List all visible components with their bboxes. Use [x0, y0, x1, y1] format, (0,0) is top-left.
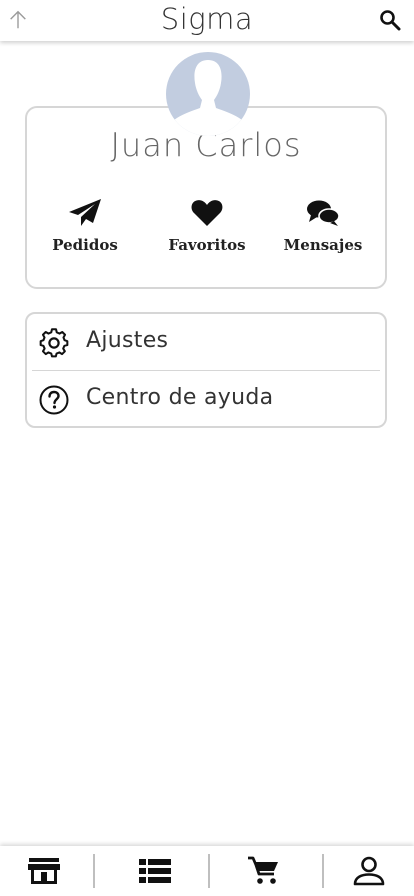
bottom-navigation: [0, 846, 414, 896]
gear-icon: [39, 328, 69, 358]
user-icon: [353, 856, 385, 886]
tab-profile[interactable]: [312, 846, 414, 896]
orders-label: Pedidos: [52, 236, 118, 254]
cart-icon: [248, 856, 278, 884]
settings-label: Ajustes: [86, 328, 169, 353]
favorites-label: Favoritos: [168, 236, 246, 254]
messages-button[interactable]: Mensajes: [268, 198, 378, 254]
store-icon: [28, 858, 60, 884]
tab-cart[interactable]: [208, 846, 311, 896]
paper-plane-icon: [69, 199, 101, 226]
favorites-button[interactable]: Favoritos: [152, 198, 262, 254]
menu-item-help-center[interactable]: Centro de ayuda: [27, 371, 385, 427]
list-icon: [139, 859, 171, 883]
user-silhouette-icon: [174, 60, 242, 136]
settings-menu: Ajustes Centro de ayuda: [25, 312, 387, 428]
tab-store[interactable]: [0, 846, 103, 896]
menu-item-settings[interactable]: Ajustes: [27, 314, 385, 370]
help-circle-icon: [39, 385, 69, 415]
search-icon[interactable]: [378, 8, 402, 32]
tab-list[interactable]: [104, 846, 207, 896]
app-title: Sigma: [160, 2, 254, 36]
avatar[interactable]: [166, 52, 250, 136]
help-center-label: Centro de ayuda: [86, 385, 274, 410]
messages-label: Mensajes: [283, 236, 363, 254]
heart-icon: [191, 200, 223, 226]
top-app-bar: Sigma: [0, 0, 414, 41]
orders-button[interactable]: Pedidos: [30, 198, 140, 254]
chat-bubbles-icon: [307, 200, 340, 226]
nav-separator: [93, 854, 95, 888]
